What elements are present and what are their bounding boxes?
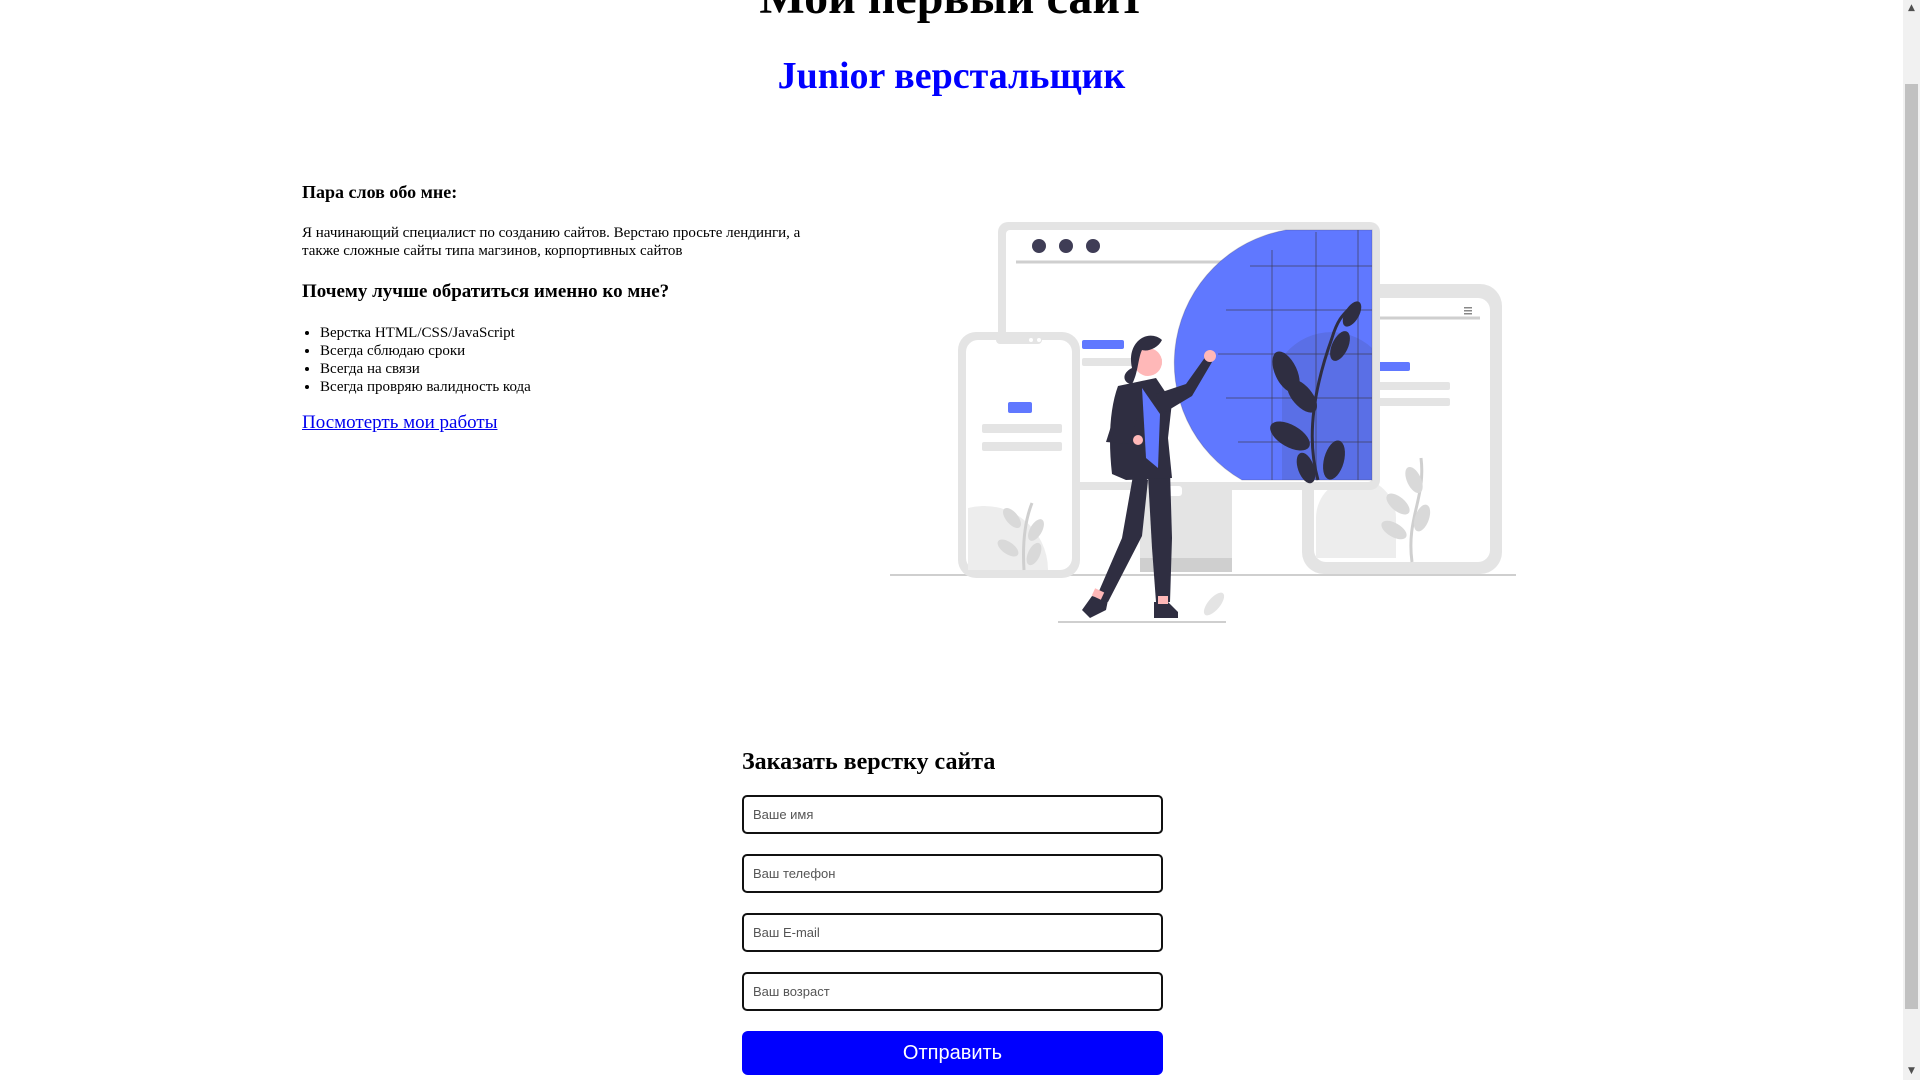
site-title: Мой первый сайт [0,0,1903,26]
reason-item: Всегда провряю валидность кода [320,378,822,396]
reasons-list: Верстка HTML/CSS/JavaScript Всегда сблюд… [302,324,822,396]
scroll-up-icon[interactable]: ▲ [1903,0,1920,17]
phone-field[interactable] [742,854,1163,893]
about-section: Пара слов обо мне: Я начинающий специали… [302,180,822,434]
age-field[interactable] [742,972,1163,1011]
vertical-scrollbar[interactable]: ▲ ▼ [1903,0,1920,1080]
email-field[interactable] [742,913,1163,952]
about-heading: Пара слов обо мне: [302,182,458,202]
web-developer-illustration [886,218,1520,628]
reason-item: Всегда на связи [320,360,822,378]
view-works-link[interactable]: Посмотерть мои работы [302,412,497,434]
order-form: Заказать верстку сайта Отправить [742,747,1164,1075]
reason-item: Верстка HTML/CSS/JavaScript [320,324,822,342]
submit-button[interactable]: Отправить [742,1031,1163,1075]
scroll-down-icon[interactable]: ▼ [1903,1063,1920,1080]
order-heading: Заказать верстку сайта [742,749,996,775]
about-text: Я начинающий специалист по созданию сайт… [302,225,801,259]
page: Мой первый сайт Junior верстальщик Пара … [0,0,1903,1080]
scrollbar-thumb[interactable] [1905,84,1918,1009]
site-subtitle: Junior верстальщик [777,55,1126,97]
reason-item: Всегда сблюдаю сроки [320,342,822,360]
why-heading: Почему лучше обратиться именно ко мне? [302,281,670,302]
name-field[interactable] [742,795,1163,834]
